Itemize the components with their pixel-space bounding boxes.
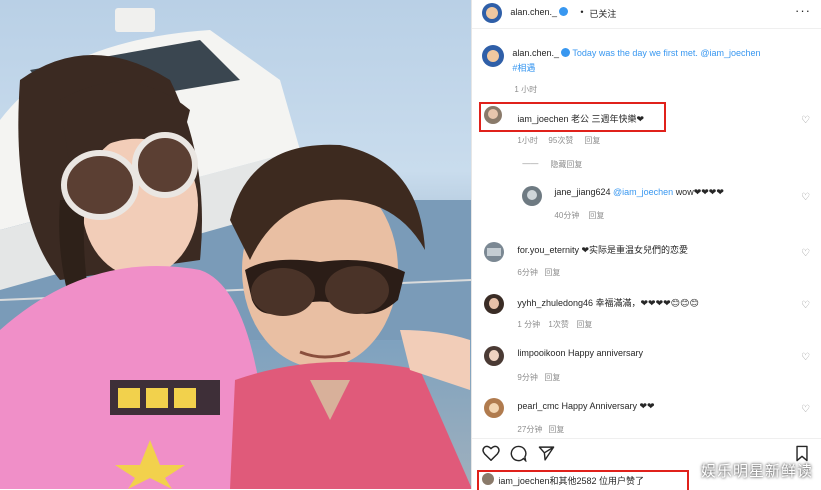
header-avatar[interactable]	[482, 3, 503, 23]
comment-2-mention[interactable]: @iam_joechen	[613, 187, 673, 197]
comment-2-text: wow❤❤❤❤	[675, 187, 724, 197]
comment-3-reply[interactable]: 回复	[544, 267, 560, 278]
like-heart-icon[interactable]: ♡	[801, 353, 811, 363]
like-heart-icon[interactable]: ♡	[801, 193, 811, 203]
comment-2-reply[interactable]: 回复	[588, 210, 604, 221]
comment-avatar-pearl-cmc[interactable]	[484, 398, 505, 418]
caption-line-1: alan.chen._ Today was the day we first m…	[512, 48, 761, 58]
comment-1-username[interactable]: iam_joechen	[517, 114, 568, 124]
comment-3-username[interactable]: for.you_eternity	[517, 245, 579, 255]
comment-5-reply[interactable]: 回复	[544, 372, 560, 383]
comment-6-username[interactable]: pearl_cmc	[517, 401, 559, 411]
comment-5-time: 9分钟	[517, 373, 538, 382]
like-heart-icon[interactable]: ♡	[801, 249, 811, 259]
comment-avatar-jane[interactable]	[522, 186, 543, 206]
header-divider	[472, 28, 821, 29]
caption-username[interactable]: alan.chen._	[512, 48, 559, 58]
comment-1-reply[interactable]: 回复	[584, 135, 600, 146]
comment-1-likes[interactable]: 95次赞	[548, 135, 573, 146]
comment-6-time: 27分钟	[517, 425, 543, 434]
caption-avatar[interactable]	[482, 45, 505, 67]
caption-hashtag[interactable]: #相遇	[512, 61, 535, 74]
comment-4-username[interactable]: yyhh_zhuledong46	[517, 298, 593, 308]
comment-4-reply[interactable]: 回复	[576, 319, 592, 330]
comment-5-username[interactable]: limpooikoon	[517, 348, 565, 358]
caption-text: Today was the day we first met.	[572, 48, 698, 58]
verified-badge-icon	[558, 7, 568, 16]
photo-illustration	[0, 8, 472, 489]
comment-6-text: Happy Anniversary ❤❤	[561, 401, 655, 411]
comment-6-reply[interactable]: 回复	[548, 424, 564, 435]
share-icon[interactable]	[538, 445, 555, 462]
comment-4-time: 1 分钟	[517, 320, 541, 329]
dot-separator: •	[580, 7, 584, 17]
header-username[interactable]: alan.chen._	[510, 7, 568, 17]
comment-6: pearl_cmc Happy Anniversary ❤❤	[517, 401, 654, 412]
more-options-icon[interactable]: ···	[795, 3, 811, 18]
comment-4-likes[interactable]: 1次赞	[548, 319, 568, 330]
comment-1-time: 1小时	[517, 136, 538, 145]
like-heart-icon[interactable]: ♡	[801, 405, 811, 415]
header-username-text[interactable]: alan.chen._	[510, 7, 557, 17]
comment-avatar-yyhh[interactable]	[484, 294, 505, 314]
comment-2-username[interactable]: jane_jiang624	[554, 187, 610, 197]
post-photo	[0, 0, 472, 489]
caption-mention[interactable]: @iam_joechen	[700, 48, 760, 58]
comment-avatar-limpooikoon[interactable]	[484, 346, 505, 366]
comments-panel: alan.chen._ • 已关注 ··· alan.chen._ Today …	[471, 0, 821, 490]
comment-5-text: Happy anniversary	[567, 348, 644, 358]
comment-1: iam_joechen 老公 三週年快樂❤	[517, 112, 644, 125]
like-heart-icon[interactable]: ♡	[801, 301, 811, 311]
comment-1-text: 老公 三週年快樂❤	[570, 114, 645, 124]
actions-divider	[472, 438, 821, 439]
comment-2: jane_jiang624 @iam_joechen wow❤❤❤❤	[554, 187, 723, 198]
follow-status[interactable]: 已关注	[589, 7, 616, 20]
comment-5: limpooikoon Happy anniversary	[517, 348, 643, 358]
caption-verified-icon	[560, 48, 570, 57]
likes-summary[interactable]: iam_joechen和其他2582 位用户赞了	[498, 474, 644, 487]
hide-replies-line: ——	[522, 159, 539, 168]
caption-time: 1 小时	[514, 85, 538, 94]
instagram-post: alan.chen._ • 已关注 ··· alan.chen._ Today …	[0, 0, 821, 490]
like-icon[interactable]	[482, 445, 501, 461]
comment-2-time: 40分钟	[554, 211, 580, 220]
comment-3-time: 6分钟	[517, 268, 538, 277]
hide-replies-toggle[interactable]: 隐藏回复	[550, 159, 582, 170]
like-heart-icon[interactable]: ♡	[801, 116, 811, 126]
comment-avatar-for-you-eternity[interactable]	[484, 242, 505, 262]
watermark: 娱乐明星新鲜读	[700, 462, 813, 480]
comment-icon[interactable]	[510, 445, 528, 462]
comment-4: yyhh_zhuledong46 幸福滿滿，❤❤❤❤😊😊😊	[517, 296, 698, 309]
comment-4-text: 幸福滿滿，❤❤❤❤😊😊😊	[595, 298, 699, 308]
comment-3-text: ❤实际是重温女兒們的恋愛	[581, 245, 689, 255]
comment-3: for.you_eternity ❤实际是重温女兒們的恋愛	[517, 243, 688, 256]
